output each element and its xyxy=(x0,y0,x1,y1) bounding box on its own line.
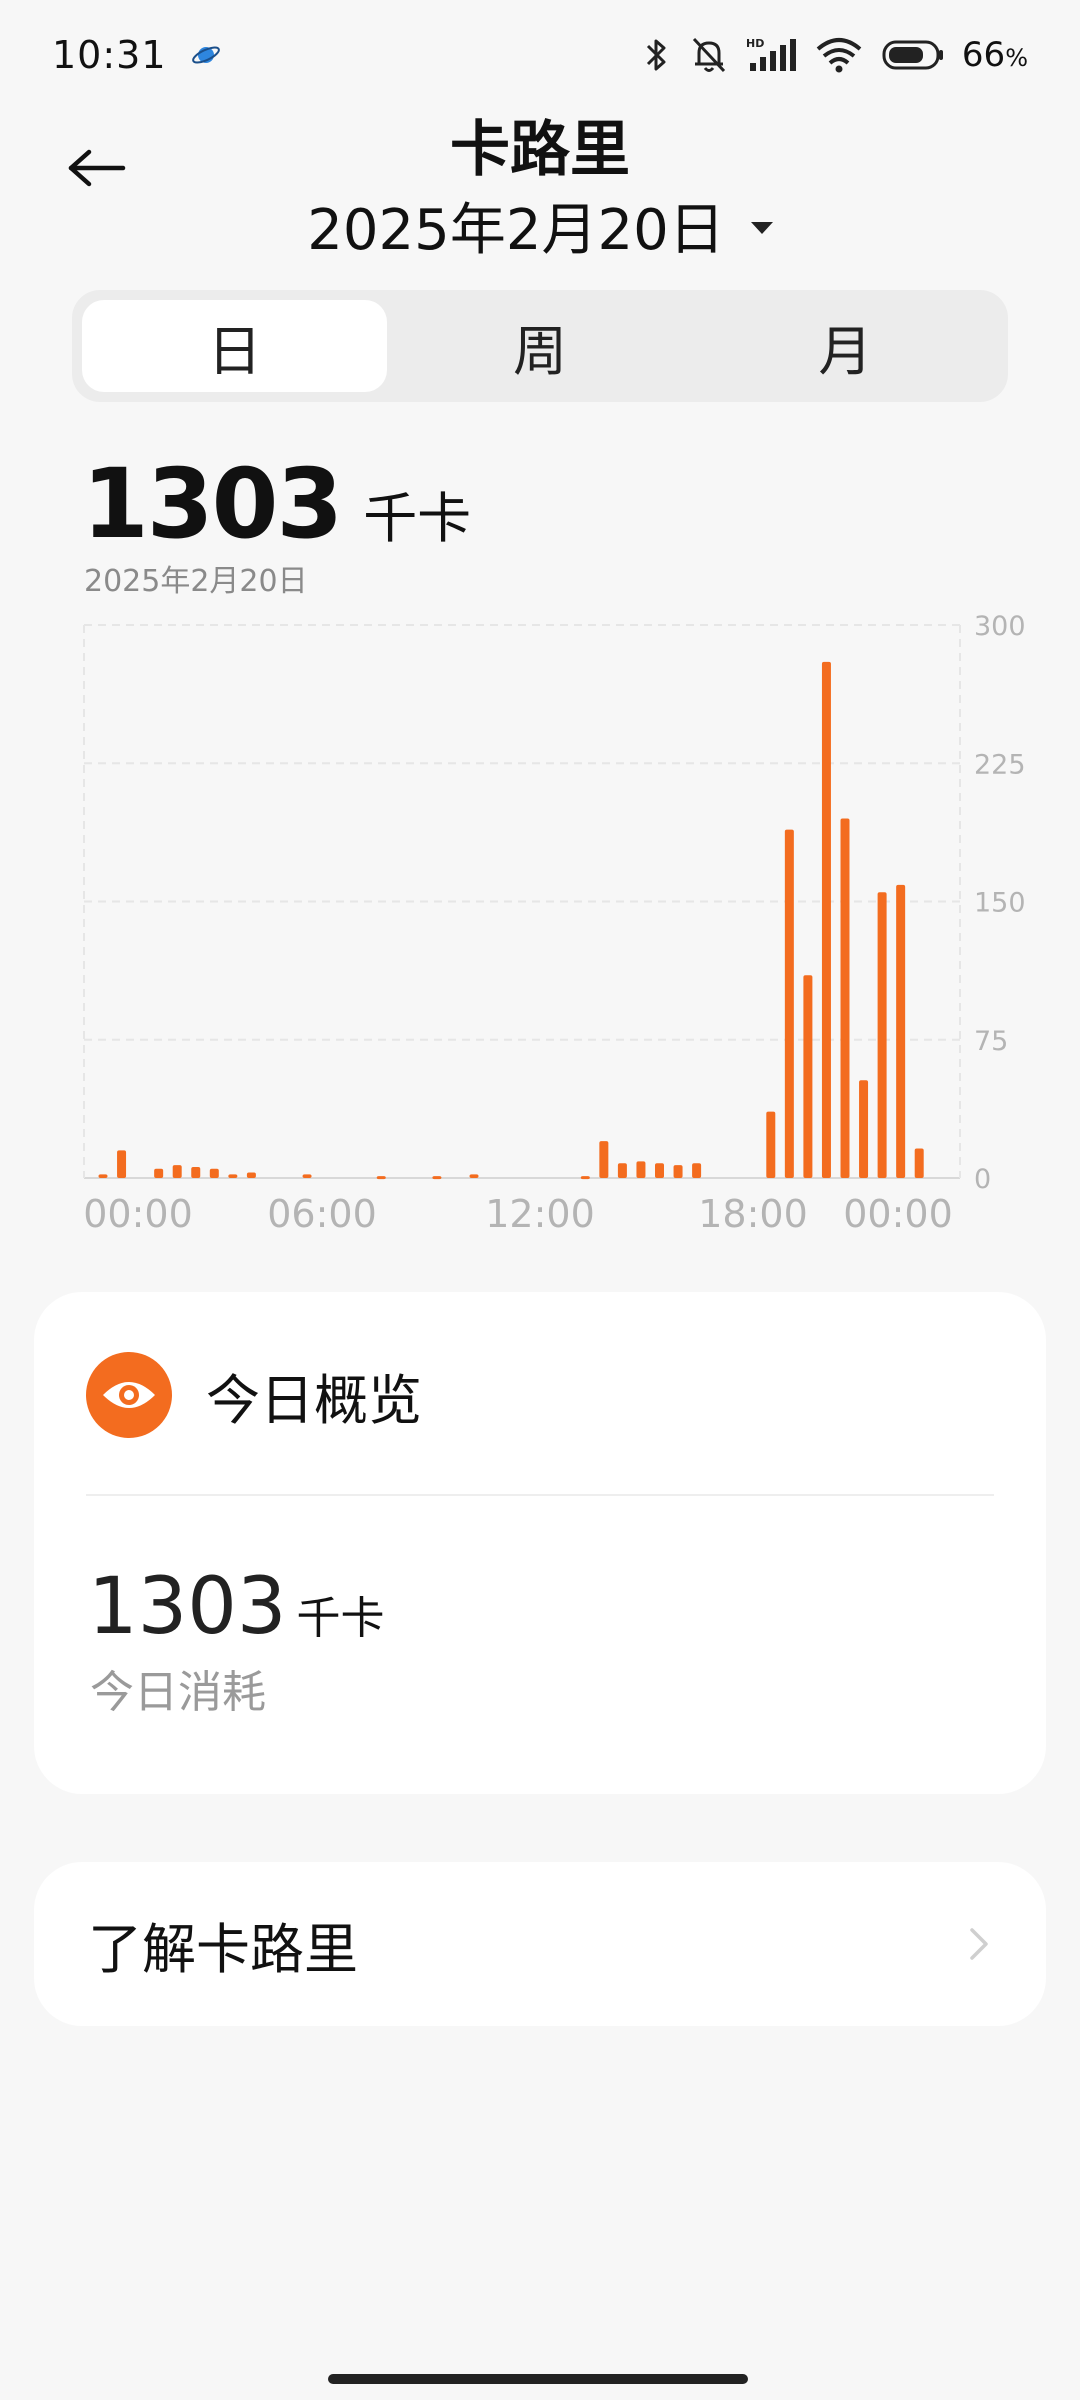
bar xyxy=(877,892,887,1178)
battery-level: 66% xyxy=(961,35,1028,75)
y-tick-label: 300 xyxy=(974,611,1026,642)
x-tick-label: 12:00 xyxy=(485,1192,595,1236)
page-title: 卡路里 xyxy=(450,115,630,185)
summary-date: 2025年2月20日 xyxy=(84,564,308,599)
bar xyxy=(302,1174,312,1178)
bar xyxy=(376,1176,386,1180)
overview-header: 今日概览 xyxy=(86,1352,422,1438)
summary-number: 1303 xyxy=(82,448,343,560)
bar xyxy=(859,1080,869,1178)
period-tabs: 日 周 月 xyxy=(72,290,1008,402)
bluetooth-icon xyxy=(642,35,672,75)
bar xyxy=(673,1165,683,1178)
eye-icon xyxy=(86,1352,172,1438)
status-time: 10:31 xyxy=(52,33,167,77)
y-tick-label: 0 xyxy=(974,1164,991,1195)
tab-month[interactable]: 月 xyxy=(693,300,998,392)
battery-icon xyxy=(882,38,944,72)
bar xyxy=(784,829,794,1178)
wifi-icon xyxy=(814,35,864,75)
y-tick-label: 75 xyxy=(974,1026,1008,1057)
consume-number: 1303 xyxy=(88,1562,287,1652)
date-label: 2025年2月20日 xyxy=(307,198,725,263)
hd-signal-icon: HD xyxy=(746,35,796,75)
bar xyxy=(655,1163,664,1178)
mute-bell-icon xyxy=(690,35,728,75)
bar xyxy=(580,1176,590,1180)
bar xyxy=(599,1141,609,1178)
y-tick-label: 150 xyxy=(974,888,1026,919)
x-tick-label: 06:00 xyxy=(267,1192,377,1236)
divider xyxy=(86,1494,994,1496)
planet-icon xyxy=(191,40,221,70)
header: 卡路里 2025年2月20日 xyxy=(0,95,1080,265)
x-tick-label: 00:00 xyxy=(843,1192,953,1236)
bar xyxy=(617,1163,627,1178)
bar xyxy=(803,975,813,1178)
tab-week[interactable]: 周 xyxy=(387,300,692,392)
status-bar: 10:31 HD 66% xyxy=(0,0,1080,110)
home-indicator[interactable] xyxy=(328,2374,748,2384)
bar xyxy=(191,1166,201,1178)
screen: 10:31 HD 66% 卡路里 2025年2月20日 日 周 月 1303 千… xyxy=(0,0,1080,2400)
bar xyxy=(896,884,906,1178)
bar xyxy=(154,1168,164,1178)
consume-value: 1303 千卡 xyxy=(88,1562,385,1652)
bar xyxy=(914,1148,924,1178)
consume-label: 今日消耗 xyxy=(90,1667,266,1718)
bar xyxy=(692,1163,702,1178)
summary-unit: 千卡 xyxy=(363,487,472,550)
date-picker[interactable]: 2025年2月20日 xyxy=(0,185,1080,266)
bar xyxy=(172,1165,182,1178)
caret-down-icon xyxy=(750,221,773,234)
bar xyxy=(469,1174,479,1178)
bar xyxy=(246,1172,256,1178)
svg-text:HD: HD xyxy=(746,37,764,50)
bar xyxy=(432,1176,442,1180)
x-tick-label: 00:00 xyxy=(83,1192,193,1236)
bar xyxy=(636,1161,646,1178)
overview-card: 今日概览 1303 千卡 今日消耗 xyxy=(34,1292,1046,1794)
bar xyxy=(117,1150,127,1178)
bar xyxy=(840,818,850,1178)
overview-title: 今日概览 xyxy=(206,1368,422,1432)
x-tick-label: 18:00 xyxy=(698,1192,808,1236)
tab-day[interactable]: 日 xyxy=(82,300,388,392)
bar xyxy=(766,1111,776,1178)
learn-calories-row[interactable]: 了解卡路里 xyxy=(34,1862,1046,2026)
chevron-right-icon xyxy=(968,1926,990,1962)
bar xyxy=(228,1174,238,1178)
bar xyxy=(98,1174,108,1178)
summary-total: 1303 千卡 xyxy=(82,448,471,560)
calorie-bar-chart[interactable]: 300 225 150 75 0 00:00 06:00 12:00 18:00 00:00 xyxy=(0,600,1080,1250)
bar xyxy=(821,661,831,1178)
bar xyxy=(209,1168,219,1178)
y-tick-label: 225 xyxy=(974,749,1026,780)
consume-unit: 千卡 xyxy=(296,1593,385,1644)
learn-label: 了解卡路里 xyxy=(88,1917,358,1981)
